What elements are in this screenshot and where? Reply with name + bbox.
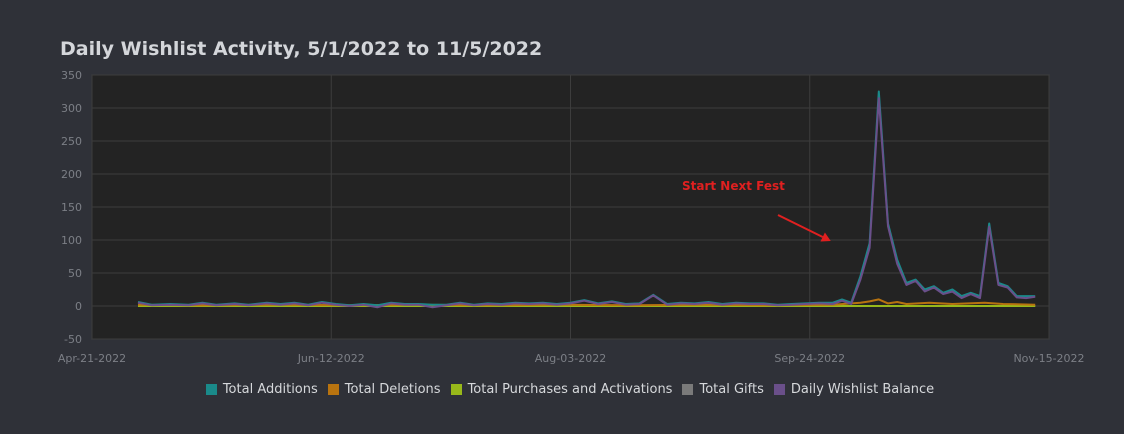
- legend-item-total-gifts[interactable]: Total Gifts: [682, 382, 764, 397]
- legend-swatch: [773, 384, 785, 395]
- y-tick-label: -50: [64, 333, 82, 346]
- legend-label: Total Additions: [222, 382, 318, 397]
- y-tick-label: 350: [61, 69, 82, 82]
- x-tick-label: Aug-03-2022: [535, 352, 606, 365]
- legend-label: Total Deletions: [344, 382, 441, 397]
- y-tick-label: 200: [61, 168, 82, 181]
- legend-swatch: [327, 384, 339, 395]
- x-tick-label: Nov-15-2022: [1013, 352, 1084, 365]
- y-tick-label: 100: [61, 234, 82, 247]
- y-tick-label: 0: [75, 300, 82, 313]
- annotation-start-next-fest: Start Next Fest: [682, 179, 785, 193]
- x-tick-label: Sep-24-2022: [774, 352, 845, 365]
- y-tick-label: 300: [61, 102, 82, 115]
- legend-item-total-deletions[interactable]: Total Deletions: [327, 382, 441, 397]
- legend-label: Total Gifts: [699, 382, 764, 397]
- y-tick-label: 250: [61, 135, 82, 148]
- x-axis: Apr-21-2022 Jun-12-2022 Aug-03-2022 Sep-24-…: [58, 352, 1085, 365]
- legend-item-total-additions[interactable]: Total Additions: [205, 382, 318, 397]
- chart-canvas: -50 0 50 100 150 200 250 300 350 Apr-21-2022 Jun-…: [58, 69, 1085, 365]
- legend-item-daily-wishlist-balance[interactable]: Daily Wishlist Balance: [773, 382, 935, 397]
- legend-label: Daily Wishlist Balance: [790, 382, 935, 397]
- legend-swatch: [205, 384, 217, 395]
- legend-swatch: [682, 384, 694, 395]
- legend-label: Total Purchases and Activations: [467, 382, 673, 397]
- legend: Total Additions Total Deletions Total Purc…: [0, 382, 1124, 397]
- x-tick-label: Apr-21-2022: [58, 352, 126, 365]
- legend-swatch: [450, 384, 462, 395]
- x-tick-label: Jun-12-2022: [297, 352, 365, 365]
- y-tick-label: 150: [61, 201, 82, 214]
- y-axis: -50 0 50 100 150 200 250 300 350: [61, 69, 82, 346]
- y-tick-label: 50: [68, 267, 82, 280]
- legend-item-total-purchases-and-activations[interactable]: Total Purchases and Activations: [450, 382, 673, 397]
